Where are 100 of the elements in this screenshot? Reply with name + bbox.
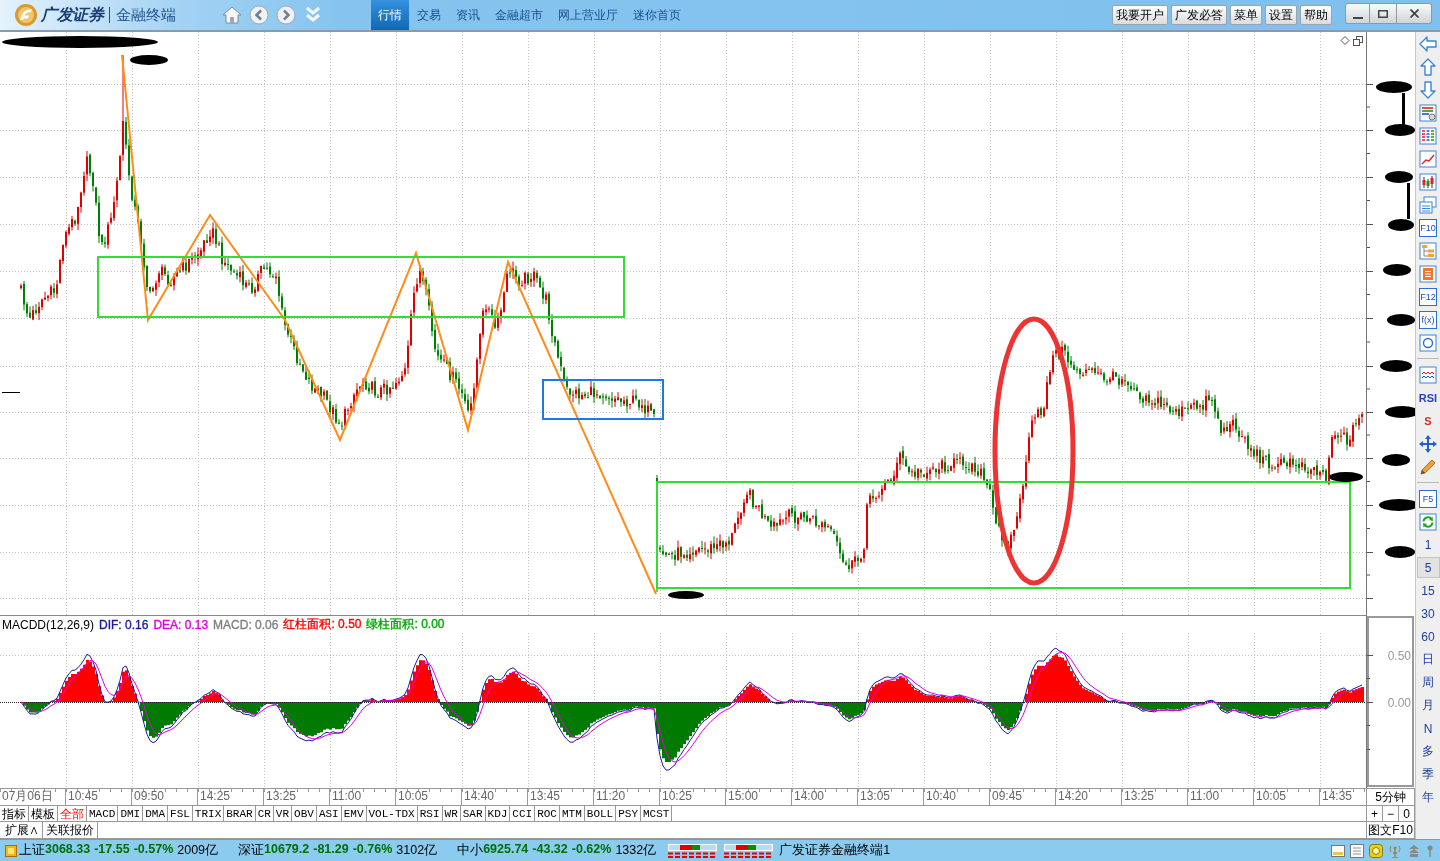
indicator-tab[interactable]: EMV xyxy=(341,806,367,821)
index-value: 6925.74 xyxy=(483,842,529,858)
window-icon[interactable] xyxy=(1331,843,1345,858)
nav-tab[interactable]: 交易 xyxy=(410,0,448,30)
toolbar-button[interactable]: RSI xyxy=(1418,391,1438,404)
header-button[interactable]: 广发必答 xyxy=(1171,5,1227,25)
header-button[interactable]: 设置 xyxy=(1265,5,1297,25)
header-button[interactable]: 我要开户 xyxy=(1112,5,1168,25)
move-icon[interactable] xyxy=(1419,434,1437,453)
indicator-tab[interactable]: 模板 xyxy=(29,806,58,821)
nav-tab[interactable]: 资讯 xyxy=(449,0,487,30)
report-icon[interactable] xyxy=(1419,103,1437,122)
minimize-button[interactable] xyxy=(1345,3,1370,24)
line-chart-icon[interactable] xyxy=(1419,149,1437,168)
toolbar-button[interactable]: f(x) xyxy=(1419,310,1437,329)
indicator-tab[interactable]: BRAR xyxy=(224,806,256,821)
indicator-tab[interactable]: PSY xyxy=(616,806,641,821)
nav-tab[interactable]: 行情 xyxy=(371,0,409,30)
indicator-tab[interactable]: VOL-TDX xyxy=(366,806,418,821)
restore-icon[interactable] xyxy=(1353,36,1363,46)
forward-icon[interactable] xyxy=(276,5,296,25)
toolbar-button[interactable]: F5 xyxy=(1419,489,1437,508)
f10-button[interactable]: 图文F10 xyxy=(1366,822,1415,839)
indicator-tab[interactable]: KDJ xyxy=(485,806,511,821)
time-label: 11:00 xyxy=(332,789,362,803)
time-label: 14:25 xyxy=(200,789,231,803)
period-button[interactable]: 月 xyxy=(1416,695,1440,716)
pin-icon[interactable] xyxy=(1426,843,1434,858)
terminal-name: 广发证券金融终端1 xyxy=(779,842,891,859)
indicator-tab[interactable]: OBV xyxy=(292,806,317,821)
square-icon[interactable] xyxy=(5,844,17,857)
toolbar-button[interactable]: F12 xyxy=(1419,287,1437,306)
indicator-tab[interactable]: ROC xyxy=(535,806,560,821)
level-marker xyxy=(1,392,21,393)
candlestick-icon[interactable] xyxy=(1419,172,1437,191)
toolbar-button[interactable]: S xyxy=(1424,414,1432,427)
pencil-icon[interactable] xyxy=(1419,457,1437,476)
indicator-tab[interactable]: 全部 xyxy=(58,806,87,821)
close-button[interactable] xyxy=(1397,3,1432,24)
period-button[interactable]: 15 xyxy=(1416,580,1440,601)
header-button[interactable]: 菜单 xyxy=(1230,5,1262,25)
refresh-icon[interactable] xyxy=(1419,512,1437,531)
period-button[interactable]: 年 xyxy=(1416,787,1440,808)
left-arrow-icon[interactable] xyxy=(1419,34,1437,53)
redaction-mark xyxy=(1385,546,1415,558)
up-chevrons-icon[interactable] xyxy=(1407,843,1421,858)
time-label: 14:00 xyxy=(794,789,825,803)
coin-icon[interactable] xyxy=(1369,843,1383,858)
period-button[interactable]: 30 xyxy=(1416,603,1440,624)
minimize-icon xyxy=(1352,16,1363,19)
index-value: 10679.2 xyxy=(264,842,310,858)
indicator-tab[interactable]: DMI xyxy=(118,806,144,821)
period-button[interactable]: 季 xyxy=(1416,764,1440,785)
nav-tab[interactable]: 金融超市 xyxy=(488,0,550,30)
redaction-mark xyxy=(1387,314,1415,326)
indicator-tab[interactable]: SAR xyxy=(460,806,486,821)
maximize-button[interactable] xyxy=(1370,3,1397,24)
toolbar-button[interactable]: F10 xyxy=(1419,218,1437,237)
up-arrow-icon[interactable] xyxy=(1419,57,1437,76)
table-icon[interactable] xyxy=(1419,126,1437,145)
indicator-tab[interactable]: BOLL xyxy=(584,806,617,821)
index-value: 3068.33 xyxy=(45,842,91,858)
period-button[interactable]: 日 xyxy=(1416,649,1440,670)
time-label: 13:25 xyxy=(1124,789,1155,803)
time-label: 15:00 xyxy=(728,789,759,803)
down-arrow-icon[interactable] xyxy=(1419,80,1437,99)
tree-icon[interactable] xyxy=(1419,241,1437,260)
nav-tab[interactable]: 迷你首页 xyxy=(626,0,688,30)
back-icon[interactable] xyxy=(249,5,269,25)
panel-tab[interactable]: 扩展∧ xyxy=(2,822,43,838)
indicator-tab[interactable]: TRIX xyxy=(192,806,225,821)
indicator-tab[interactable]: DMA xyxy=(143,806,169,821)
period-button[interactable]: 1 xyxy=(1416,534,1440,555)
notepad-icon[interactable] xyxy=(1419,264,1437,283)
antenna-icon[interactable] xyxy=(1388,843,1402,858)
nav-tab[interactable]: 网上营业厅 xyxy=(551,0,625,30)
period-button[interactable]: 周 xyxy=(1416,672,1440,693)
period-button[interactable]: 多 xyxy=(1416,741,1440,762)
redaction-mark xyxy=(1382,454,1410,466)
indicator-tab[interactable]: CCI xyxy=(510,806,536,821)
panel-tab[interactable]: 关联报价 xyxy=(43,822,98,838)
indicator-tab[interactable]: FSL xyxy=(168,806,193,821)
indicator-tab[interactable]: ASI xyxy=(316,806,342,821)
indicator-tab[interactable]: MTM xyxy=(560,806,585,821)
indicator-tab[interactable]: MACD xyxy=(87,806,119,821)
time-label: 10:25 xyxy=(662,789,693,803)
indicator-tab[interactable]: MCST xyxy=(641,806,673,821)
indicator-reading: DEA: 0.13 xyxy=(153,617,209,632)
period-button[interactable]: N xyxy=(1416,718,1440,739)
period-button[interactable]: 5 xyxy=(1416,557,1440,578)
header-button[interactable]: 帮助 xyxy=(1300,5,1332,25)
indicator-tab[interactable]: 指标 xyxy=(0,806,29,821)
wave-icon[interactable] xyxy=(1419,365,1437,384)
time-label: 07月06日 xyxy=(2,789,53,803)
home-icon[interactable] xyxy=(222,5,242,25)
indicator-tab[interactable]: RSI xyxy=(417,806,443,821)
period-button[interactable]: 60 xyxy=(1416,626,1440,647)
index-turnover: 3102亿 xyxy=(396,842,438,859)
windows-icon[interactable] xyxy=(1419,195,1437,214)
document-icon[interactable] xyxy=(1350,843,1364,858)
